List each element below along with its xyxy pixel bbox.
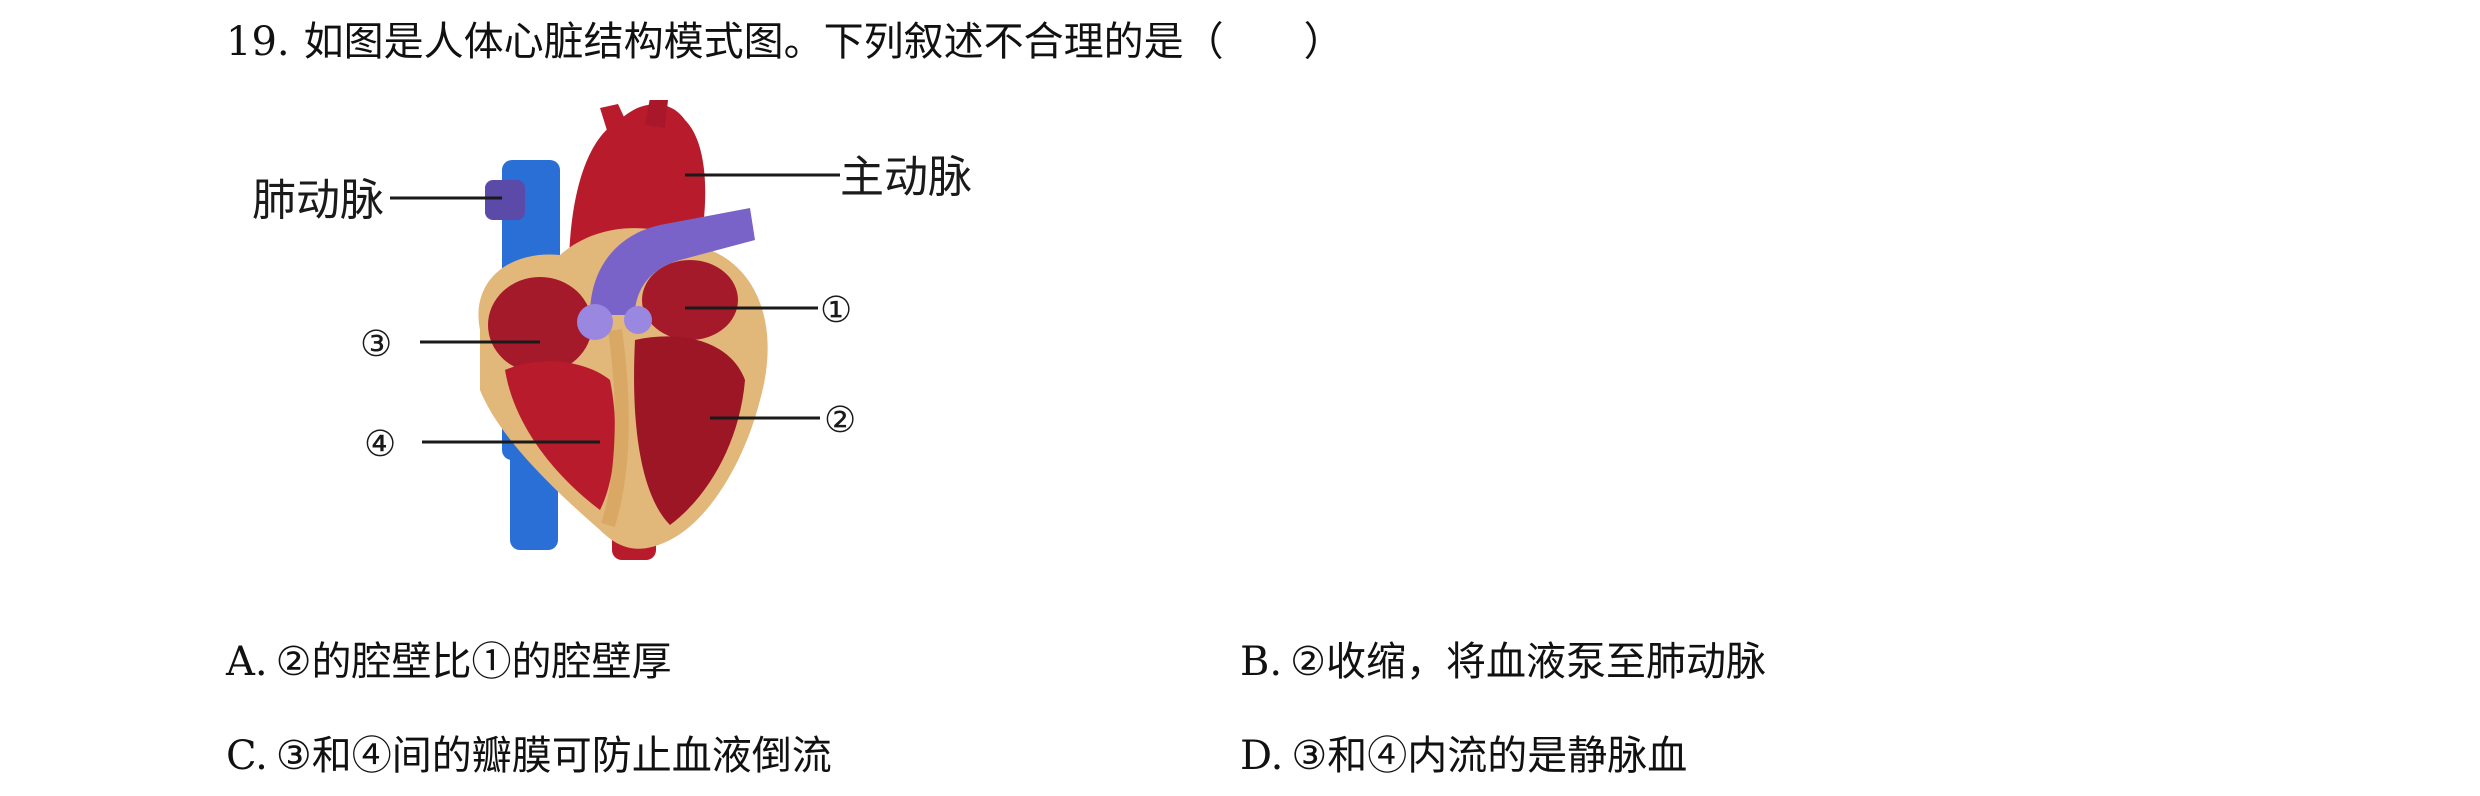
marker-2: ② bbox=[824, 400, 856, 441]
option-c-text: ③和④间的瓣膜可防止血液倒流 bbox=[275, 733, 832, 779]
option-a-text: ②的腔壁比①的腔壁厚 bbox=[275, 639, 672, 685]
pulmonary-stub bbox=[485, 180, 525, 220]
question-number: 19. bbox=[226, 19, 290, 65]
option-d-letter: D. bbox=[1240, 733, 1284, 779]
question-text: 如图是人体心脏结构模式图。下列叙述不合理的是（ ） bbox=[303, 19, 1344, 65]
question-page: 19. 如图是人体心脏结构模式图。下列叙述不合理的是（ ） 肺动脉 主动脉 ① … bbox=[0, 0, 2480, 796]
question-stem: 19. 如图是人体心脏结构模式图。下列叙述不合理的是（ ） bbox=[226, 12, 1344, 72]
option-b[interactable]: B. ②收缩，将血液泵至肺动脉 bbox=[1240, 632, 1766, 692]
option-c-letter: C. bbox=[226, 733, 268, 779]
pulmonary-valve-2 bbox=[624, 306, 652, 334]
aorta-branch-2 bbox=[645, 100, 668, 128]
marker-3: ③ bbox=[360, 324, 392, 365]
heart-diagram: 肺动脉 主动脉 ① ② ③ ④ bbox=[240, 100, 1000, 570]
option-d-text: ③和④内流的是静脉血 bbox=[1291, 733, 1688, 779]
marker-1: ① bbox=[820, 290, 852, 331]
option-a[interactable]: A. ②的腔壁比①的腔壁厚 bbox=[226, 632, 671, 692]
pulmonary-valve-1 bbox=[577, 304, 613, 340]
right-atrium bbox=[488, 277, 592, 373]
marker-4: ④ bbox=[364, 424, 396, 465]
option-a-letter: A. bbox=[226, 639, 268, 685]
label-aorta: 主动脉 bbox=[840, 152, 972, 203]
left-atrium bbox=[642, 260, 738, 340]
option-c[interactable]: C. ③和④间的瓣膜可防止血液倒流 bbox=[226, 726, 832, 786]
option-d[interactable]: D. ③和④内流的是静脉血 bbox=[1240, 726, 1687, 786]
option-b-letter: B. bbox=[1240, 639, 1283, 685]
heart-diagram-svg: 肺动脉 主动脉 ① ② ③ ④ bbox=[252, 100, 972, 560]
option-b-text: ②收缩，将血液泵至肺动脉 bbox=[1290, 639, 1766, 685]
label-pulmonary-artery: 肺动脉 bbox=[252, 175, 384, 226]
